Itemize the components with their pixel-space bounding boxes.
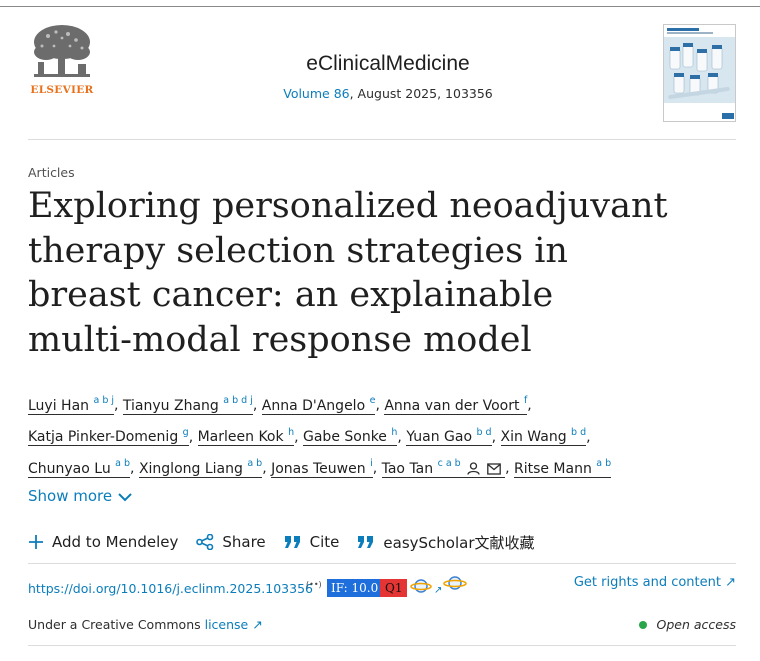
author-link[interactable]: Anna D'Angelo e [261, 395, 376, 415]
open-access-badge: Open access [638, 617, 736, 632]
doi-row: https://doi.org/10.1016/j.eclinm.2025.10… [28, 575, 736, 601]
author-link[interactable]: Tao Tan c a b [381, 458, 506, 478]
quote-icon [284, 535, 302, 549]
header-divider [28, 139, 736, 140]
article-type: Articles [28, 165, 75, 180]
author-link[interactable]: Yuan Gao b d [406, 427, 492, 447]
journal-title[interactable]: eClinicalMedicine [208, 52, 568, 76]
author-link[interactable]: Luyi Han a b j [28, 395, 115, 415]
journal-cover-thumbnail[interactable] [663, 24, 736, 122]
license-row: Under a Creative Commons license ↗ Open … [28, 617, 736, 635]
author-link[interactable]: Chunyao Lu a b [28, 458, 131, 478]
license-prefix: Under a Creative Commons [28, 617, 205, 632]
quote-icon [357, 535, 375, 549]
volume-link[interactable]: Volume 86 [283, 86, 349, 101]
mail-icon [486, 463, 501, 475]
author-link[interactable]: Ritse Mann a b [513, 458, 612, 478]
author-list: Luyi Han a b j, Tianyu Zhang a b d j, An… [28, 395, 612, 478]
impact-factor-badge[interactable]: IF: 10.0 [327, 579, 383, 597]
elsevier-tree-logo[interactable]: ELSEVIER [28, 22, 96, 100]
planet-icon[interactable] [442, 575, 468, 597]
author-link[interactable]: Anna van der Voort f [384, 395, 528, 415]
journal-header: ELSEVIER eClinicalMedicine Volume 86, Au… [28, 22, 736, 124]
planet-icon[interactable] [410, 577, 432, 599]
share-icon [196, 534, 214, 550]
plus-icon [28, 534, 44, 550]
share-button[interactable]: Share [196, 533, 266, 551]
add-to-mendeley-button[interactable]: Add to Mendeley [28, 533, 178, 551]
author-link[interactable]: Marleen Kok h [197, 427, 295, 447]
open-access-dot [638, 621, 647, 629]
person-icon [467, 462, 480, 475]
author-link[interactable]: Tianyu Zhang a b d j [122, 395, 253, 415]
article-title: Exploring personalized neoadjuvant thera… [28, 186, 668, 360]
cite-button[interactable]: Cite [284, 533, 339, 551]
doi-link[interactable]: https://doi.org/10.1016/j.eclinm.2025.10… [28, 581, 313, 596]
chevron-down-icon [118, 493, 132, 502]
top-rule [0, 6, 760, 7]
author-link[interactable]: Gabe Sonke h [303, 427, 398, 447]
author-link[interactable]: Xinglong Liang a b [138, 458, 263, 478]
article-toolbar: Add to Mendeley Share Cite easyScholar文献… [28, 530, 553, 554]
quartile-badge[interactable]: Q1 [380, 579, 408, 597]
doi-extension-mark: (••) [306, 580, 322, 589]
issue-info: Volume 86, August 2025, 103356 [208, 86, 568, 101]
license-link[interactable]: license ↗ [205, 617, 263, 632]
author-link[interactable]: Katja Pinker-Domenig g [28, 427, 189, 447]
toolbar-divider [28, 563, 736, 564]
issue-details: , August 2025, 103356 [349, 86, 493, 101]
rights-link[interactable]: Get rights and content ↗ [574, 575, 736, 590]
author-link[interactable]: Xin Wang b d [500, 427, 587, 447]
author-link[interactable]: Jonas Teuwen i [271, 458, 373, 478]
elsevier-wordmark: ELSEVIER [30, 84, 94, 96]
easyscholar-button[interactable]: easyScholar文献收藏 [357, 532, 535, 553]
bottom-divider [28, 645, 736, 646]
show-more-button[interactable]: Show more [28, 487, 132, 505]
